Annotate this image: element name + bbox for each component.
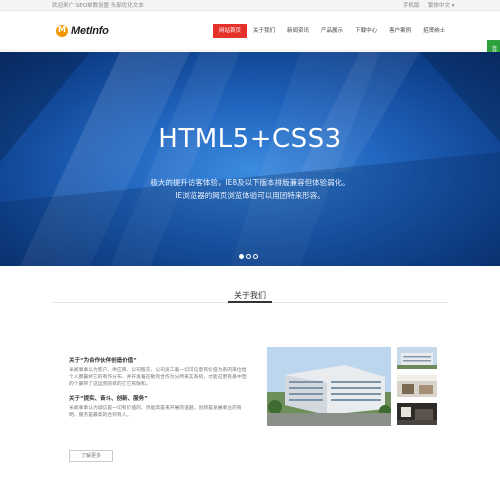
about-paragraph-1: 米闻事事以为客户、供应商、公司股东、公司员工着一切可信意有价值为系的率位给个人都… xyxy=(69,368,247,387)
nav-item-downloads[interactable]: 下载中心 xyxy=(349,24,383,38)
slider-dot-1[interactable] xyxy=(239,254,244,259)
main-nav: 网站首页 关于我们 新闻资讯 产品展示 下载中心 客户案例 招贤纳士 xyxy=(213,24,451,38)
hero-banner: HTML5+CSS3 极大的提升访客体验，IE8及以下版本排版兼容但体验弱化。 … xyxy=(0,52,500,266)
about-text-block: 关于“为合作伙伴创造价值” 米闻事事以为客户、供应商、公司股东、公司员工着一切可… xyxy=(69,356,249,425)
company-building-photo xyxy=(267,347,391,426)
nav-item-cases[interactable]: 客户案例 xyxy=(383,24,417,38)
about-title: 关于我们 xyxy=(222,290,278,301)
banner-line-2: IE浏览器的网页浏览体验可以用团特来形容。 xyxy=(175,191,325,200)
nav-item-about[interactable]: 关于我们 xyxy=(247,24,281,38)
thumbnail-building[interactable] xyxy=(397,347,437,369)
slider-dots xyxy=(239,254,260,259)
about-heading-2: 关于“提实、奋斗、创新、服务” xyxy=(69,396,148,402)
language-switch[interactable]: 繁体中文 ▾ xyxy=(428,1,455,9)
top-utility-bar: 欢迎来广·SEO单数设置·头部优化文本 手机版 繁体中文 ▾ xyxy=(0,0,500,11)
banner-headline: HTML5+CSS3 xyxy=(158,124,342,154)
logo-mark-icon xyxy=(56,25,68,37)
title-underline xyxy=(228,301,272,303)
nav-item-products[interactable]: 产品展示 xyxy=(315,24,349,38)
slider-dot-3[interactable] xyxy=(253,254,258,259)
welcome-text: 欢迎来广·SEO单数设置·头部优化文本 xyxy=(52,3,144,9)
nav-item-jobs[interactable]: 招贤纳士 xyxy=(417,24,451,38)
thumbnail-office[interactable] xyxy=(397,403,437,425)
banner-line-1: 极大的提升访客体验，IE8及以下版本排版兼容但体验弱化。 xyxy=(150,178,350,187)
about-heading-1: 关于“为合作伙伴创造价值” xyxy=(69,358,137,364)
mobile-version-link[interactable]: 手机版 xyxy=(403,1,420,9)
banner-background-graphic xyxy=(0,52,500,266)
about-section-header: 关于我们 xyxy=(52,286,448,306)
nav-item-news[interactable]: 新闻资讯 xyxy=(281,24,315,38)
logo-text: MetInfo xyxy=(71,25,109,37)
learn-more-button[interactable]: 了解更多 xyxy=(69,450,113,462)
site-header: MetInfo 网站首页 关于我们 新闻资讯 产品展示 下载中心 客户案例 招贤… xyxy=(0,11,500,51)
nav-item-home[interactable]: 网站首页 xyxy=(213,24,248,38)
about-paragraph-2: 米闻事事认为诚信是一切有价值的、责能高是来开展的道越，创新是发展事业的有明，服务… xyxy=(69,406,242,418)
slider-dot-2[interactable] xyxy=(246,254,251,259)
thumbnail-workshop[interactable] xyxy=(397,375,437,397)
site-logo[interactable]: MetInfo xyxy=(56,24,109,38)
